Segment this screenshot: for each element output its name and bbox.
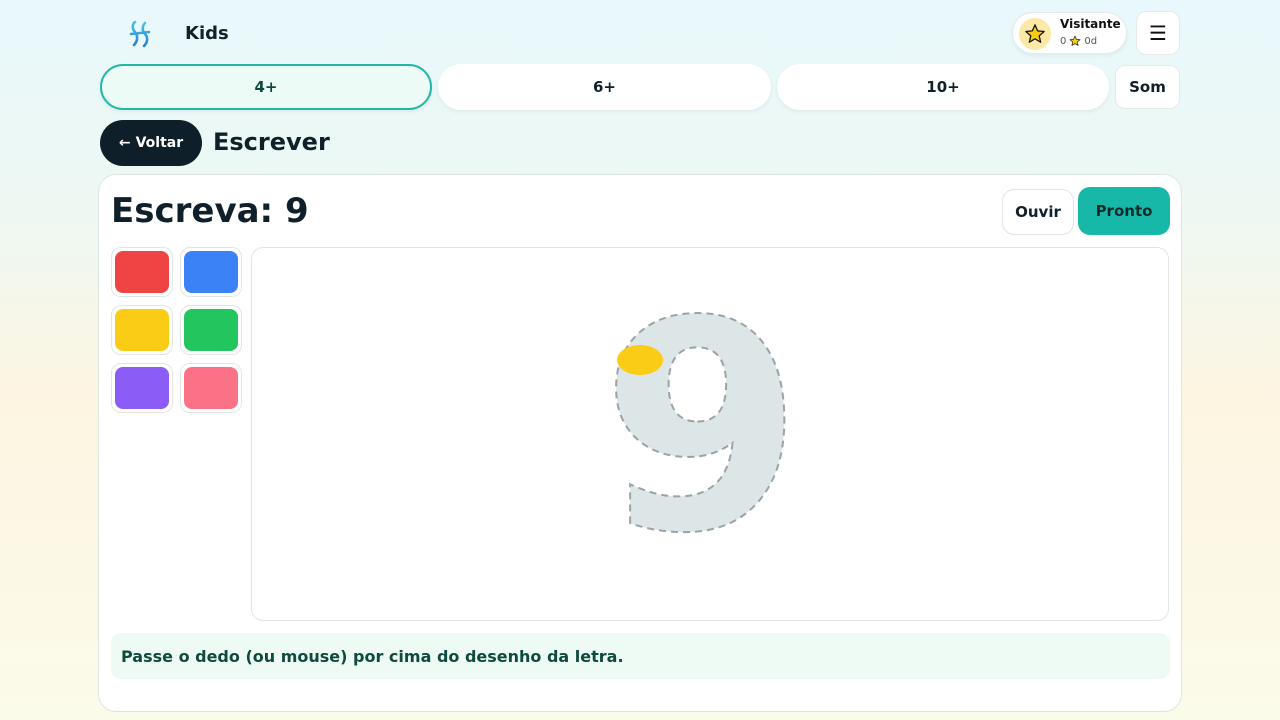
color-swatch-green[interactable] xyxy=(180,305,242,355)
small-star-icon xyxy=(1069,35,1081,46)
user-stats: 0 0d xyxy=(1060,35,1097,47)
swatch-fill xyxy=(115,251,169,293)
exercise-prompt: Escreva: 9 xyxy=(111,191,309,231)
listen-label: Ouvir xyxy=(1015,203,1061,221)
star-icon xyxy=(1019,18,1051,50)
user-profile-chip[interactable]: Visitante 0 0d xyxy=(1012,12,1127,54)
age-tab-label: 4+ xyxy=(254,78,278,96)
brand-title: Kids xyxy=(185,23,229,44)
age-tab-10plus[interactable]: 10+ xyxy=(777,64,1109,110)
done-label: Pronto xyxy=(1095,202,1153,220)
swatch-fill xyxy=(115,309,169,351)
trace-glyph: 9 xyxy=(601,260,803,597)
age-tab-label: 10+ xyxy=(926,78,960,96)
brush-cursor xyxy=(617,345,663,375)
age-tab-4plus[interactable]: 4+ xyxy=(100,64,432,110)
user-name: Visitante xyxy=(1060,17,1121,31)
arrow-left-icon: ← xyxy=(118,135,131,151)
back-label: Voltar xyxy=(135,135,184,151)
menu-button[interactable]: ☰ xyxy=(1136,11,1180,55)
age-tab-6plus[interactable]: 6+ xyxy=(438,64,771,110)
age-tab-label: 6+ xyxy=(592,78,616,96)
sound-label: Som xyxy=(1129,78,1166,96)
back-button[interactable]: ← Voltar xyxy=(100,120,202,166)
done-button[interactable]: Pronto xyxy=(1078,187,1170,235)
swatch-fill xyxy=(184,251,238,293)
user-days: 0d xyxy=(1084,35,1098,47)
swatch-fill xyxy=(115,367,169,409)
color-swatch-yellow[interactable] xyxy=(111,305,173,355)
trace-glyph-svg: 9 xyxy=(600,259,804,598)
writing-exercise-card: Escreva: 9 Ouvir Pronto 9 Passe o dedo (… xyxy=(98,174,1182,712)
music-clef-logo-icon xyxy=(129,20,151,48)
instruction-hint: Passe o dedo (ou mouse) por cima do dese… xyxy=(111,633,1170,679)
section-title: Escrever xyxy=(213,128,330,156)
listen-button[interactable]: Ouvir xyxy=(1002,189,1074,235)
hamburger-icon: ☰ xyxy=(1149,21,1167,45)
swatch-fill xyxy=(184,309,238,351)
sound-button[interactable]: Som xyxy=(1115,65,1180,109)
color-swatch-red[interactable] xyxy=(111,247,173,297)
color-swatch-purple[interactable] xyxy=(111,363,173,413)
swatch-fill xyxy=(184,367,238,409)
user-points: 0 xyxy=(1060,35,1067,47)
color-swatch-pink[interactable] xyxy=(180,363,242,413)
drawing-canvas[interactable]: 9 xyxy=(251,247,1169,621)
color-swatch-blue[interactable] xyxy=(180,247,242,297)
